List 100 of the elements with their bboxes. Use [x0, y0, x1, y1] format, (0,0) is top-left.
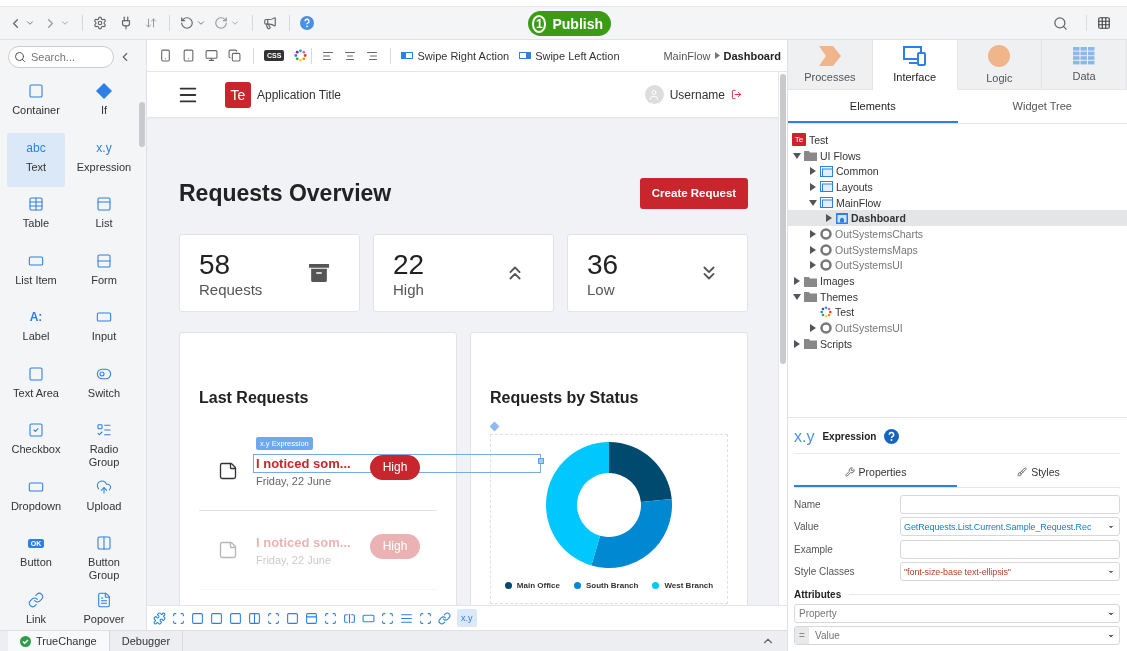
breadcrumb-link[interactable]: MainFlow: [663, 49, 711, 62]
widget-item[interactable]: abc Text: [7, 132, 65, 187]
search-icon[interactable]: [1053, 15, 1068, 31]
arrows-icon[interactable]: [145, 17, 157, 29]
widget-item[interactable]: Table: [7, 189, 65, 244]
caret-icon[interactable]: [1107, 632, 1115, 640]
tree-item[interactable]: OutSystemsUI: [788, 257, 1127, 274]
widget-item[interactable]: Radio Group: [75, 415, 133, 470]
widget-tool-icon[interactable]: [153, 611, 166, 625]
widget-tool-icon[interactable]: [343, 611, 356, 625]
widget-tool-icon[interactable]: [324, 611, 337, 625]
widget-tool-icon[interactable]: [229, 611, 242, 625]
caret-icon[interactable]: [809, 261, 816, 270]
widget-tool-icon[interactable]: [438, 611, 451, 625]
megaphone-icon[interactable]: [263, 16, 277, 30]
property-field[interactable]: [900, 539, 1120, 559]
settings-icon[interactable]: [93, 16, 107, 30]
caret-icon[interactable]: [825, 214, 832, 223]
tree-item[interactable]: Layouts: [788, 179, 1127, 195]
widget-item[interactable]: A: Label: [7, 302, 65, 357]
tablet-icon[interactable]: [182, 49, 195, 62]
properties-tab[interactable]: Styles: [957, 458, 1120, 487]
panel-tab[interactable]: Processes: [788, 40, 873, 90]
publish-button[interactable]: 1 Publish: [528, 11, 611, 36]
theme-icon[interactable]: [294, 49, 308, 62]
monitor-icon[interactable]: [205, 49, 218, 62]
align-left-icon[interactable]: [322, 49, 335, 62]
widget-item[interactable]: Checkbox: [7, 415, 65, 470]
tree-item[interactable]: OutSystemsUI: [788, 320, 1127, 336]
widget-item[interactable]: If: [75, 76, 133, 131]
widget-tool-icon[interactable]: [305, 611, 318, 625]
widget-item[interactable]: List: [75, 189, 133, 244]
create-request-button[interactable]: Create Request: [640, 177, 748, 209]
panel-tab[interactable]: Data: [1042, 40, 1127, 90]
sub-tab[interactable]: Widget Tree: [957, 90, 1127, 123]
swipe-action-button[interactable]: Swipe Left Action: [519, 49, 620, 62]
tree-item[interactable]: Images: [788, 273, 1127, 289]
widget-item[interactable]: Input: [75, 302, 133, 357]
widget-item[interactable]: Switch: [75, 358, 133, 413]
widget-tool-icon[interactable]: [210, 611, 223, 625]
swipe-action-button[interactable]: Swipe Right Action: [401, 49, 510, 62]
selection-outline[interactable]: [253, 454, 541, 473]
widget-item[interactable]: Text Area: [7, 358, 65, 413]
caret-icon[interactable]: [808, 199, 817, 206]
property-dropdown[interactable]: Property: [794, 604, 1120, 623]
redo-icon[interactable]: [214, 16, 228, 30]
widget-tool-icon[interactable]: [191, 611, 204, 625]
widget-item[interactable]: Container: [7, 76, 65, 131]
caret-icon[interactable]: [792, 152, 801, 159]
widget-tool-icon[interactable]: [172, 611, 185, 625]
widget-item[interactable]: Popover: [75, 584, 133, 630]
widget-item[interactable]: Button Group: [75, 528, 133, 583]
align-center-icon[interactable]: [344, 49, 357, 62]
widget-tool-icon[interactable]: [381, 611, 394, 625]
caret-icon[interactable]: [1107, 610, 1115, 618]
property-field[interactable]: GetRequests.List.Current.Sample_Request.Rec: [900, 517, 1120, 537]
property-field[interactable]: "font-size-base text-ellipsis": [900, 562, 1120, 582]
tree-item[interactable]: Test: [788, 304, 1127, 321]
bottom-tab[interactable]: TrueChange: [8, 631, 110, 651]
property-field[interactable]: [900, 494, 1120, 514]
align-right-icon[interactable]: [366, 49, 379, 62]
widget-tool-icon[interactable]: [267, 611, 280, 625]
tree-item[interactable]: Te Test: [788, 132, 1127, 148]
apps-grid-icon[interactable]: [1097, 16, 1111, 30]
undo-icon[interactable]: [180, 16, 194, 30]
caret-icon[interactable]: [793, 277, 800, 286]
panel-tab[interactable]: Logic: [957, 40, 1043, 90]
caret-icon[interactable]: [793, 339, 800, 348]
plug-icon[interactable]: [119, 16, 133, 30]
tree-item[interactable]: OutSystemsMaps: [788, 241, 1127, 258]
panel-tab[interactable]: Interface: [872, 40, 958, 90]
phone-icon[interactable]: [159, 49, 172, 62]
caret-icon[interactable]: [809, 167, 816, 176]
widget-tool-icon[interactable]: [248, 611, 261, 625]
logout-icon[interactable]: [731, 89, 742, 100]
tree-item[interactable]: Scripts: [788, 335, 1127, 352]
widget-item[interactable]: Upload: [75, 471, 133, 526]
tree-item[interactable]: MainFlow: [788, 194, 1127, 211]
help-icon[interactable]: [884, 429, 900, 444]
widget-item[interactable]: Form: [75, 245, 133, 300]
caret-icon[interactable]: [809, 229, 816, 238]
caret-icon[interactable]: [809, 324, 816, 333]
widget-item[interactable]: Link: [7, 584, 65, 630]
tree-item[interactable]: Dashboard: [788, 210, 1127, 227]
search-field[interactable]: Search...: [8, 46, 114, 68]
widget-tool-icon[interactable]: [400, 611, 413, 625]
caret-icon[interactable]: [792, 293, 801, 300]
tree-item[interactable]: UI Flows: [788, 147, 1127, 164]
copy-icon[interactable]: [228, 49, 241, 62]
widget-tool-icon[interactable]: [286, 611, 299, 625]
properties-tab[interactable]: Properties: [794, 458, 957, 487]
help-icon[interactable]: [300, 16, 314, 30]
tree-item[interactable]: OutSystemsCharts: [788, 226, 1127, 242]
tree-item[interactable]: Common: [788, 163, 1127, 180]
caret-icon[interactable]: [809, 245, 816, 254]
widget-item[interactable]: List Item: [7, 245, 65, 300]
widget-tool-icon[interactable]: [419, 611, 432, 625]
caret-icon[interactable]: [809, 182, 816, 191]
widget-item[interactable]: Dropdown: [7, 471, 65, 526]
widget-item[interactable]: x.y Expression: [75, 132, 133, 187]
